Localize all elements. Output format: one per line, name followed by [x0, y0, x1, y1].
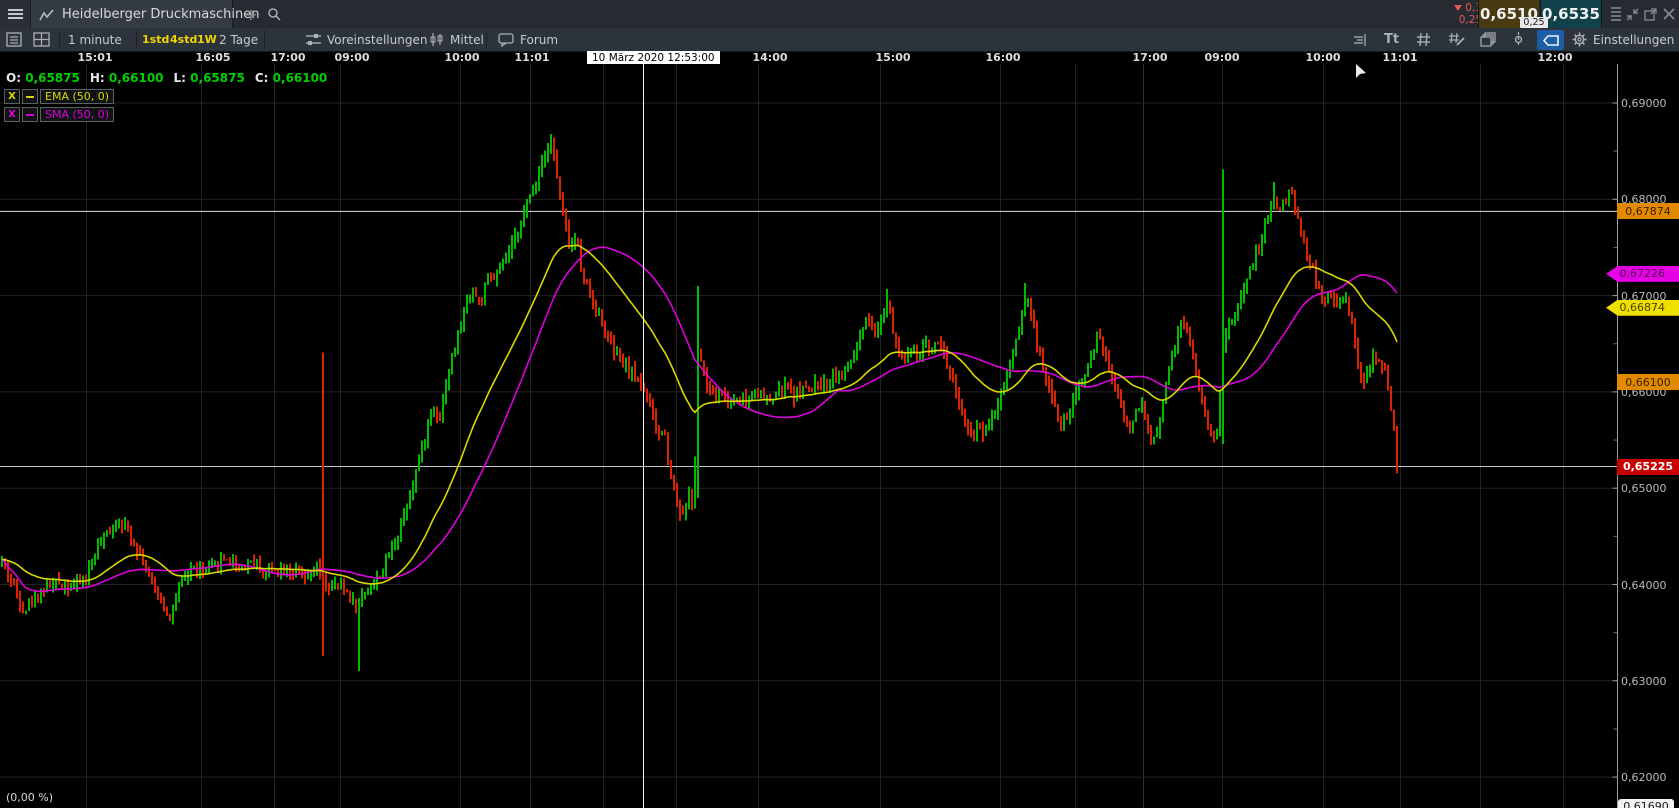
chart-pointer-marker [1356, 64, 1366, 78]
line-chart-icon [39, 8, 55, 21]
range-select[interactable]: 2 Tage [219, 28, 258, 51]
interval-4std-button[interactable]: 4std [170, 28, 197, 51]
time-axis-label: 09:00 [334, 51, 369, 64]
ema-value-badge: 0,66874 [1606, 300, 1679, 316]
sma-line-sample[interactable] [22, 107, 38, 122]
time-axis-label: 12:00 [1537, 51, 1572, 64]
popout-button[interactable] [1642, 0, 1659, 28]
settings-button[interactable]: Einstellungen [1572, 28, 1674, 51]
remove-ema-button[interactable]: X [4, 89, 20, 104]
candlestick-chart-canvas[interactable] [0, 64, 1679, 808]
sliders-icon [306, 33, 321, 47]
text-tool-button[interactable]: Tt [1384, 28, 1399, 51]
price-tick-label: 0,65000 [1621, 482, 1667, 495]
alert-level-badge[interactable]: 0,61690 [1618, 799, 1674, 808]
instrument-tab[interactable]: Heidelberger Druckmaschinen [31, 0, 233, 28]
price-tick-label: 0,69000 [1621, 97, 1667, 110]
down-triangle-icon [1454, 5, 1462, 11]
last-price-badge: 0,65225 [1617, 459, 1679, 475]
drawing-tools-button[interactable] [1416, 28, 1431, 51]
layout-grid-button[interactable] [33, 28, 50, 51]
time-axis-label: 15:00 [875, 51, 910, 64]
candles [2, 134, 1397, 671]
speech-bubble-icon [498, 33, 514, 47]
hamburger-icon [8, 8, 23, 20]
collapse-button[interactable] [1624, 0, 1641, 28]
ema-line-sample[interactable] [22, 89, 38, 104]
order-level-badge[interactable]: 0,66100 [1617, 374, 1679, 390]
performance-readout: (0,00 %) [6, 791, 53, 804]
close-value: 0,66100 [273, 71, 328, 85]
time-axis-label: 09:00 [1204, 51, 1239, 64]
drag-handle-icon[interactable] [1607, 0, 1624, 28]
sma-label[interactable]: SMA (50, 0) [40, 107, 114, 122]
time-axis-label: 10:00 [1305, 51, 1340, 64]
pointer-tag-icon [1543, 35, 1559, 46]
snap-marker-button[interactable] [1512, 28, 1525, 51]
time-axis-label: 17:00 [270, 51, 305, 64]
interval-1std-button[interactable]: 1std [142, 28, 169, 51]
open-value: 0,65875 [25, 71, 80, 85]
ema-label[interactable]: EMA (50, 0) [40, 89, 114, 104]
edit-drawings-button[interactable] [1448, 28, 1465, 51]
sma-value-badge: 0,67226 [1606, 266, 1679, 282]
interval-select[interactable]: 1 minute [68, 28, 122, 51]
ohlc-legend: O: 0,65875H: 0,66100L: 0,65875C: 0,66100 [6, 71, 337, 85]
low-value: 0,65875 [190, 71, 245, 85]
time-axis-label: 11:01 [1382, 51, 1417, 64]
price-tick-label: 0,63000 [1621, 675, 1667, 688]
pointer-tool-button-active[interactable] [1537, 30, 1564, 50]
watchlist-button[interactable] [6, 28, 22, 51]
top-bar: Heidelberger Druckmaschinen + 0,38 % 0,2… [0, 0, 1679, 28]
menu-button[interactable] [0, 0, 31, 28]
price-tick-label: 0,64000 [1621, 579, 1667, 592]
trading-chart-window: Heidelberger Druckmaschinen + 0,38 % 0,2… [0, 0, 1679, 808]
time-axis-label: 11:01 [514, 51, 549, 64]
time-axis-label: 16:00 [985, 51, 1020, 64]
chart-toolbar: 1 minute 1std 4std 1W 2 Tage Voreinstell… [0, 28, 1679, 52]
layers-icon [1480, 32, 1496, 47]
gear-icon [1572, 32, 1587, 47]
price-axis-line [1613, 64, 1618, 808]
layers-button[interactable] [1480, 28, 1496, 51]
plumb-marker-icon [1512, 32, 1525, 47]
indicator-legend-sma: X SMA (50, 0) [4, 107, 114, 122]
scale-settings-button[interactable] [1352, 28, 1368, 51]
close-button[interactable] [1660, 0, 1677, 28]
crosshair-tooltip: 10 März 2020 12:53:00 [587, 51, 720, 64]
candlestick-icon [430, 32, 444, 47]
time-axis-label: 14:00 [752, 51, 787, 64]
alert-level-lines [0, 211, 1618, 466]
forum-button[interactable]: Forum [498, 28, 558, 51]
search-icon[interactable] [267, 7, 281, 21]
new-tab-button[interactable]: + [240, 0, 262, 28]
high-value: 0,66100 [109, 71, 164, 85]
time-axis-label: 10:00 [444, 51, 479, 64]
gridlines [0, 64, 1618, 808]
remove-sma-button[interactable]: X [4, 107, 20, 122]
instrument-title: Heidelberger Druckmaschinen [62, 7, 260, 22]
presets-button[interactable]: Voreinstellungen [306, 28, 427, 51]
spread-badge: 0,25 [1520, 17, 1548, 28]
moving-average-lines [2, 245, 1397, 591]
time-axis-label: 16:05 [195, 51, 230, 64]
scale-icon [1352, 33, 1368, 47]
time-axis-label: 15:01 [77, 51, 112, 64]
ask-price-button[interactable]: 0,6535 [1540, 0, 1602, 28]
price-tick-label: 0,62000 [1621, 771, 1667, 784]
indicators-button[interactable]: Mittel [430, 28, 484, 51]
hash-pencil-icon [1448, 32, 1465, 47]
hash-icon [1416, 32, 1431, 47]
time-axis[interactable]: 15:01 16:05 17:00 09:00 10:00 11:01 14:00 15:00… [0, 52, 1679, 64]
time-axis-label: 17:00 [1132, 51, 1167, 64]
indicator-legend-ema: X EMA (50, 0) [4, 89, 114, 104]
interval-1w-button[interactable]: 1W [197, 28, 217, 51]
order-level-badge[interactable]: 0,67874 [1617, 203, 1679, 219]
